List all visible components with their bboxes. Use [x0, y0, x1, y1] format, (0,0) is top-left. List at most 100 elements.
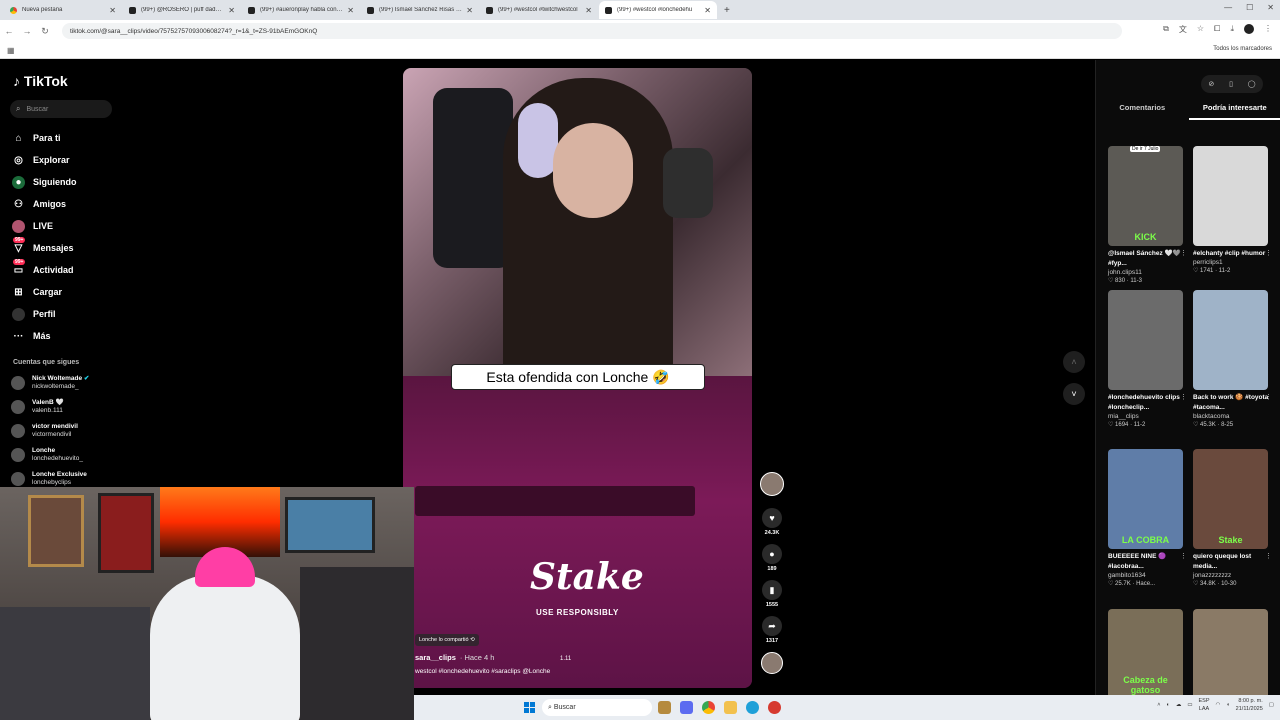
- cloud-icon[interactable]: ☁: [1176, 702, 1182, 708]
- author-avatar[interactable]: [760, 472, 784, 496]
- sidebar-item-para-ti[interactable]: ⌂ Para ti: [12, 127, 77, 149]
- apps-grid-icon[interactable]: ▦: [7, 46, 15, 55]
- recommended-video-card[interactable]: Back to work 🍪 #toyota #tacoma... blackta…: [1193, 290, 1273, 430]
- shared-by-pill[interactable]: Lonche lo compartió ⟲: [415, 634, 479, 646]
- download-icon[interactable]: ⤓: [1230, 24, 1234, 35]
- browser-tab-active[interactable]: (99+) #westcol #lonchedehu ✕: [599, 1, 717, 19]
- translate-icon[interactable]: 文: [1179, 24, 1187, 35]
- more-options-icon[interactable]: ⋮: [1265, 249, 1272, 257]
- close-icon[interactable]: ✕: [109, 6, 116, 15]
- minimize-icon[interactable]: —: [1224, 3, 1232, 12]
- following-account[interactable]: ValenB 🤍 valenb.111: [11, 399, 64, 415]
- sidebar-item-perfil[interactable]: Perfil: [12, 303, 77, 325]
- recommended-video-card[interactable]: De ir 7 Julio KICK @Ismael Sánchez 🤍🩶 #fyp…: [1108, 146, 1188, 286]
- sidebar-item-explorar[interactable]: ◎ Explorar: [12, 149, 77, 171]
- close-icon[interactable]: ✕: [228, 6, 235, 15]
- volume-icon[interactable]: ◖: [1226, 702, 1229, 708]
- maximize-icon[interactable]: ☐: [1246, 3, 1253, 12]
- file-manager-icon[interactable]: [658, 701, 671, 714]
- recommended-video-card[interactable]: Cabeza de gatoso representando: [1108, 609, 1188, 709]
- wifi-icon[interactable]: ◠: [1216, 702, 1221, 708]
- following-account[interactable]: Lonche Exclusive lonchebyclips: [11, 471, 87, 487]
- recommended-video-card[interactable]: #lonchedehuevito clips #loncheclip... mia…: [1108, 290, 1188, 430]
- comment-button[interactable]: ●: [762, 544, 782, 564]
- close-icon[interactable]: ✕: [585, 6, 592, 15]
- more-options-icon[interactable]: ⋮: [1265, 393, 1272, 401]
- share-button[interactable]: ➦: [762, 616, 782, 636]
- sidebar-item-mensajes[interactable]: ▽ 99+ Mensajes: [12, 236, 77, 259]
- sidebar-item-siguiendo[interactable]: ● Siguiendo: [12, 171, 77, 193]
- video-author[interactable]: sara__clips · Hace 4 h: [415, 653, 494, 662]
- sidebar-item-mas[interactable]: ··· Más: [12, 325, 77, 347]
- recommended-video-card[interactable]: Stake quiero queque lost media... jonazzzz…: [1193, 449, 1273, 589]
- back-icon[interactable]: ←: [0, 26, 18, 36]
- save-button[interactable]: ▮: [762, 580, 782, 600]
- reload-icon[interactable]: ↻: [36, 26, 54, 37]
- recommended-video-card[interactable]: LA COBRA BUEEEEE NINE 🟣 #lacobraa... gambi…: [1108, 449, 1188, 589]
- profile-avatar-icon[interactable]: [1244, 24, 1254, 34]
- following-account[interactable]: Nick Woltemade ✔ nickwoltemade_: [11, 375, 89, 391]
- video-player[interactable]: Esta ofendida con Lonche 🤣 Stake USE RES…: [403, 68, 752, 688]
- tiktok-icon: [367, 6, 374, 14]
- chevron-up-icon: ˄: [1071, 357, 1077, 367]
- taskbar-search[interactable]: ⌕ Buscar: [542, 699, 652, 716]
- chrome-icon[interactable]: [702, 701, 715, 714]
- sidebar-item-actividad[interactable]: ▭ 99+ Actividad: [12, 258, 77, 281]
- compass-icon: ◎: [14, 154, 23, 166]
- compass-icon[interactable]: ⊘: [1208, 80, 1214, 88]
- sidebar-item-live[interactable]: LIVE: [12, 215, 77, 237]
- more-options-icon[interactable]: ⋮: [1265, 552, 1272, 560]
- following-account[interactable]: victor mendivil victormendivil: [11, 423, 78, 439]
- more-options-icon[interactable]: ⋮: [1180, 552, 1187, 560]
- tab-podria-interesarte[interactable]: Podría interesarte: [1188, 100, 1280, 120]
- recommended-video-card[interactable]: #elchanty #clip #humor perriclips1 ♡ 1741 …: [1193, 146, 1273, 276]
- battery-icon[interactable]: ▭: [1187, 702, 1192, 708]
- close-icon[interactable]: ✕: [347, 6, 354, 15]
- like-button[interactable]: ♥: [762, 508, 782, 528]
- next-video-button[interactable]: ˅: [1063, 383, 1085, 405]
- edge-icon[interactable]: [746, 701, 759, 714]
- previous-video-button[interactable]: ˄: [1063, 351, 1085, 373]
- following-account[interactable]: Lonche lonchedehuevito_: [11, 447, 83, 463]
- bookmark-star-icon[interactable]: ☆: [1197, 24, 1204, 35]
- profile-circle-icon[interactable]: ◯: [1248, 80, 1256, 88]
- close-window-icon[interactable]: ✕: [1267, 3, 1274, 12]
- url-field[interactable]: tiktok.com/@sara__clips/video/7575275709…: [62, 23, 1122, 39]
- phone-icon[interactable]: ▯: [1229, 80, 1233, 88]
- video-date: 11-2: [1133, 422, 1146, 428]
- close-icon[interactable]: ✕: [704, 6, 711, 15]
- language-indicator[interactable]: ESP LAA: [1199, 697, 1210, 713]
- browser-tab[interactable]: (99+) #aueronplay habla con sar ✕: [242, 1, 360, 19]
- copilot-icon[interactable]: [680, 701, 693, 714]
- sound-disc[interactable]: [761, 652, 783, 674]
- recommended-video-card[interactable]: [1193, 609, 1273, 709]
- sidebar-item-amigos[interactable]: ⚇ Amigos: [12, 193, 77, 215]
- notifications-icon[interactable]: ▢: [1269, 702, 1274, 708]
- browser-tab[interactable]: Nueva pestaña ✕: [4, 1, 122, 19]
- video-date: 10-30: [1221, 581, 1237, 587]
- search-input[interactable]: ⌕ Buscar: [10, 100, 112, 118]
- browser-tab[interactable]: (99+) Ismael Sánchez Risas y D ✕: [361, 1, 479, 19]
- windows-start-icon[interactable]: [524, 702, 535, 713]
- new-tab-button[interactable]: +: [724, 5, 730, 16]
- browser-tab[interactable]: (99+) @ROSERO | puff daddy ! | ✕: [123, 1, 241, 19]
- more-options-icon[interactable]: ⋮: [1180, 249, 1187, 257]
- forward-icon[interactable]: →: [18, 26, 36, 36]
- all-bookmarks-link[interactable]: Todos los marcadores: [1213, 46, 1272, 52]
- sidebar-item-cargar[interactable]: ⊞ Cargar: [12, 281, 77, 303]
- clock[interactable]: 8:00 p. m. 21/11/2025: [1236, 697, 1263, 713]
- network-icon[interactable]: ◐: [1166, 702, 1169, 708]
- sidebar-item-label: Más: [33, 331, 51, 341]
- install-icon[interactable]: ⧉: [1163, 24, 1169, 35]
- tiktok-logo[interactable]: ♪ TikTok: [13, 73, 68, 89]
- extensions-icon[interactable]: ⧠: [1214, 24, 1220, 35]
- chevron-up-icon[interactable]: ˄: [1157, 702, 1160, 708]
- close-icon[interactable]: ✕: [466, 6, 473, 15]
- video-title: BUEEEEE NINE 🟣 #lacobraa...: [1108, 553, 1167, 570]
- more-options-icon[interactable]: ⋮: [1180, 393, 1187, 401]
- tab-comentarios[interactable]: Comentarios: [1096, 100, 1189, 120]
- folder-icon[interactable]: [724, 701, 737, 714]
- menu-kebab-icon[interactable]: ⋮: [1264, 24, 1272, 35]
- app-icon[interactable]: [768, 701, 781, 714]
- browser-tab[interactable]: (99+) #westcol #twitchwestcol ✕: [480, 1, 598, 19]
